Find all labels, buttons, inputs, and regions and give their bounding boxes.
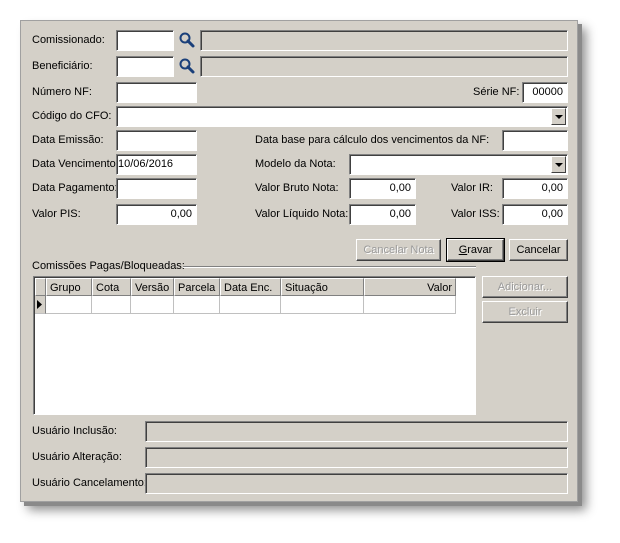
gravar-accelerator: G <box>458 244 468 256</box>
valor-iss-label: Valor ISS: <box>451 208 500 220</box>
magnifier-icon <box>179 32 195 48</box>
beneficiario-name-display <box>200 56 568 77</box>
modelo-nota-label: Modelo da Nota: <box>255 158 336 170</box>
data-emissao-input[interactable] <box>116 130 197 151</box>
row-indicator <box>35 296 46 314</box>
grid-corner-header <box>35 278 46 296</box>
comissoes-grid[interactable]: Grupo Cota Versão Parcela Data Enc. Situ… <box>33 276 476 415</box>
comissoes-group-label: Comissões Pagas/Bloqueadas: <box>32 260 185 272</box>
grid-cell[interactable] <box>364 296 456 314</box>
grid-cell[interactable] <box>174 296 220 314</box>
comissionado-name-display <box>200 30 568 51</box>
grid-cell[interactable] <box>92 296 131 314</box>
data-vencimento-input[interactable]: 10/06/2016 <box>116 154 197 175</box>
data-base-label: Data base para cálculo dos vencimentos d… <box>255 134 490 146</box>
valor-ir-input[interactable]: 0,00 <box>502 178 568 199</box>
codigo-cfo-label: Código do CFO: <box>32 110 112 122</box>
valor-pis-label: Valor PIS: <box>32 208 81 220</box>
comissionado-search-button[interactable] <box>176 30 198 51</box>
excluir-button[interactable]: Excluir <box>482 301 568 323</box>
gravar-button[interactable]: Gravar <box>446 238 505 262</box>
valor-bruto-input[interactable]: 0,00 <box>349 178 416 199</box>
col-header-situacao[interactable]: Situação <box>281 278 364 296</box>
col-header-grupo[interactable]: Grupo <box>46 278 92 296</box>
comissionado-label: Comissionado: <box>32 34 105 46</box>
grid-cell[interactable] <box>220 296 281 314</box>
magnifier-icon <box>179 58 195 74</box>
col-header-versao[interactable]: Versão <box>131 278 174 296</box>
col-header-parcela[interactable]: Parcela <box>174 278 220 296</box>
group-divider <box>183 266 476 268</box>
grid-cell[interactable] <box>46 296 92 314</box>
usuario-alteracao-label: Usuário Alteração: <box>32 451 122 463</box>
grid-cell[interactable] <box>281 296 364 314</box>
beneficiario-search-button[interactable] <box>176 56 198 77</box>
col-header-cota[interactable]: Cota <box>92 278 131 296</box>
valor-iss-input[interactable]: 0,00 <box>502 204 568 225</box>
usuario-cancelamento-display <box>145 473 568 494</box>
adicionar-button[interactable]: Adicionar... <box>482 276 568 298</box>
valor-pis-input[interactable]: 0,00 <box>116 204 197 225</box>
usuario-alteracao-display <box>145 447 568 468</box>
data-pagamento-label: Data Pagamento: <box>32 182 118 194</box>
data-emissao-label: Data Emissão: <box>32 134 104 146</box>
codigo-cfo-select[interactable] <box>116 106 568 127</box>
chevron-down-icon[interactable] <box>551 108 566 125</box>
col-header-data-enc[interactable]: Data Enc. <box>220 278 281 296</box>
usuario-cancelamento-label: Usuário Cancelamento: <box>32 477 147 489</box>
data-vencimento-label: Data Vencimento: <box>32 158 119 170</box>
data-pagamento-input[interactable] <box>116 178 197 199</box>
commission-note-form: Comissionado: Beneficiário: Número NF: S… <box>20 20 578 502</box>
valor-bruto-label: Valor Bruto Nota: <box>255 182 339 194</box>
gravar-label-rest: ravar <box>467 244 493 256</box>
usuario-inclusao-label: Usuário Inclusão: <box>32 425 117 437</box>
valor-ir-label: Valor IR: <box>451 182 493 194</box>
usuario-inclusao-display <box>145 421 568 442</box>
numero-nf-input[interactable] <box>116 82 197 103</box>
cancelar-button[interactable]: Cancelar <box>509 239 568 261</box>
chevron-down-icon[interactable] <box>551 156 566 173</box>
grid-cell[interactable] <box>131 296 174 314</box>
valor-liquido-label: Valor Líquido Nota: <box>255 208 349 220</box>
cancelar-nota-button[interactable]: Cancelar Nota <box>356 239 441 261</box>
col-header-valor[interactable]: Valor <box>364 278 456 296</box>
serie-nf-label: Série NF: <box>473 86 520 98</box>
beneficiario-code-input[interactable] <box>116 56 174 77</box>
numero-nf-label: Número NF: <box>32 86 92 98</box>
beneficiario-label: Beneficiário: <box>32 60 93 72</box>
data-base-input[interactable] <box>502 130 568 151</box>
serie-nf-input[interactable]: 00000 <box>522 82 568 103</box>
modelo-nota-select[interactable] <box>349 154 568 175</box>
triangle-right-icon <box>37 300 42 309</box>
comissionado-code-input[interactable] <box>116 30 174 51</box>
valor-liquido-input[interactable]: 0,00 <box>349 204 416 225</box>
